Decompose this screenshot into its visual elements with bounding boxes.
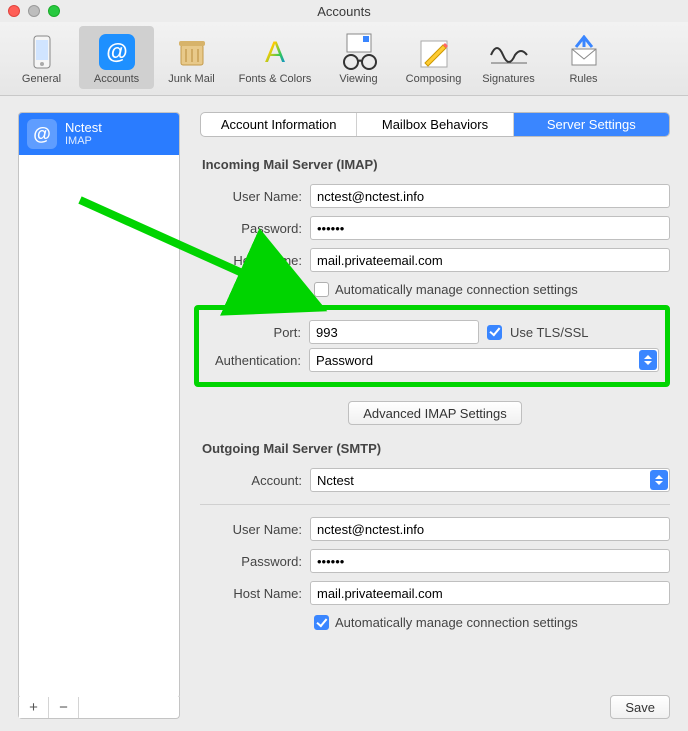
toolbar-label: Accounts	[94, 73, 139, 85]
outgoing-section-title: Outgoing Mail Server (SMTP)	[202, 441, 670, 456]
incoming-hostname-label: Host Name:	[200, 253, 310, 268]
svg-text:@: @	[106, 39, 127, 64]
fonts-colors-icon: A	[257, 30, 293, 73]
toolbar-label: Viewing	[339, 73, 377, 85]
incoming-username-input[interactable]	[310, 184, 670, 208]
advanced-imap-settings-button[interactable]: Advanced IMAP Settings	[348, 401, 522, 425]
phone-icon	[31, 30, 53, 73]
accounts-list[interactable]: @ Nctest IMAP	[18, 112, 180, 699]
incoming-username-label: User Name:	[200, 189, 310, 204]
incoming-tls-checkbox[interactable]	[487, 325, 502, 340]
accounts-list-footer: + −	[18, 697, 180, 719]
at-sign-icon: @	[99, 30, 135, 73]
outgoing-password-label: Password:	[200, 554, 310, 569]
signature-icon	[487, 30, 531, 73]
toolbar-accounts[interactable]: @ Accounts	[79, 26, 154, 89]
incoming-password-input[interactable]	[310, 216, 670, 240]
toolbar-composing[interactable]: Composing	[396, 26, 471, 89]
titlebar: Accounts	[0, 0, 688, 22]
incoming-hostname-input[interactable]	[310, 248, 670, 272]
viewing-icon	[337, 30, 381, 73]
incoming-auto-manage-label: Automatically manage connection settings	[335, 282, 578, 297]
rules-icon	[566, 30, 602, 73]
incoming-port-input[interactable]	[309, 320, 479, 344]
incoming-auto-manage-checkbox[interactable]	[314, 282, 329, 297]
toolbar-label: General	[22, 73, 61, 85]
incoming-section-title: Incoming Mail Server (IMAP)	[202, 157, 670, 172]
toolbar-label: Rules	[569, 73, 597, 85]
account-name: Nctest	[65, 121, 102, 135]
remove-account-button[interactable]: −	[49, 697, 79, 718]
toolbar-junk-mail[interactable]: Junk Mail	[154, 26, 229, 89]
toolbar-label: Junk Mail	[168, 73, 214, 85]
toolbar-viewing[interactable]: Viewing	[321, 26, 396, 89]
preferences-toolbar: General @ Accounts Junk Mail A Fonts & C…	[0, 22, 688, 96]
list-spacer	[79, 697, 109, 718]
tab-server-settings[interactable]: Server Settings	[513, 113, 669, 136]
outgoing-hostname-input[interactable]	[310, 581, 670, 605]
toolbar-fonts-colors[interactable]: A Fonts & Colors	[229, 26, 321, 89]
add-account-button[interactable]: +	[19, 697, 49, 718]
outgoing-auto-manage-checkbox[interactable]	[314, 615, 329, 630]
outgoing-username-input[interactable]	[310, 517, 670, 541]
tab-account-information[interactable]: Account Information	[201, 113, 356, 136]
accounts-sidebar: @ Nctest IMAP + −	[18, 112, 180, 719]
toolbar-label: Fonts & Colors	[239, 73, 312, 85]
incoming-password-label: Password:	[200, 221, 310, 236]
incoming-auth-select[interactable]: Password	[309, 348, 659, 372]
outgoing-hostname-label: Host Name:	[200, 586, 310, 601]
outgoing-account-select[interactable]: Nctest	[310, 468, 670, 492]
toolbar-signatures[interactable]: Signatures	[471, 26, 546, 89]
outgoing-auto-manage-label: Automatically manage connection settings	[335, 615, 578, 630]
toolbar-general[interactable]: General	[4, 26, 79, 89]
outgoing-password-input[interactable]	[310, 549, 670, 573]
incoming-port-label: Port:	[205, 325, 309, 340]
toolbar-label: Composing	[406, 73, 462, 85]
account-protocol: IMAP	[65, 135, 102, 147]
toolbar-rules[interactable]: Rules	[546, 26, 621, 89]
toolbar-label: Signatures	[482, 73, 535, 85]
account-item-nctest[interactable]: @ Nctest IMAP	[19, 113, 179, 155]
outgoing-username-label: User Name:	[200, 522, 310, 537]
highlighted-settings-box: Port: Use TLS/SSL Authentication: Passwo…	[194, 305, 670, 387]
window-title: Accounts	[0, 4, 688, 19]
tab-mailbox-behaviors[interactable]: Mailbox Behaviors	[356, 113, 512, 136]
outgoing-account-label: Account:	[200, 473, 310, 488]
incoming-tls-label: Use TLS/SSL	[510, 325, 589, 340]
settings-panel: Account Information Mailbox Behaviors Se…	[200, 112, 670, 719]
svg-text:A: A	[265, 36, 285, 69]
pencil-icon	[417, 30, 451, 73]
save-button[interactable]: Save	[610, 695, 670, 719]
at-sign-icon: @	[27, 119, 57, 149]
trash-icon	[175, 30, 209, 73]
incoming-auth-label: Authentication:	[205, 353, 309, 368]
divider	[200, 504, 670, 505]
settings-tabs: Account Information Mailbox Behaviors Se…	[200, 112, 670, 137]
